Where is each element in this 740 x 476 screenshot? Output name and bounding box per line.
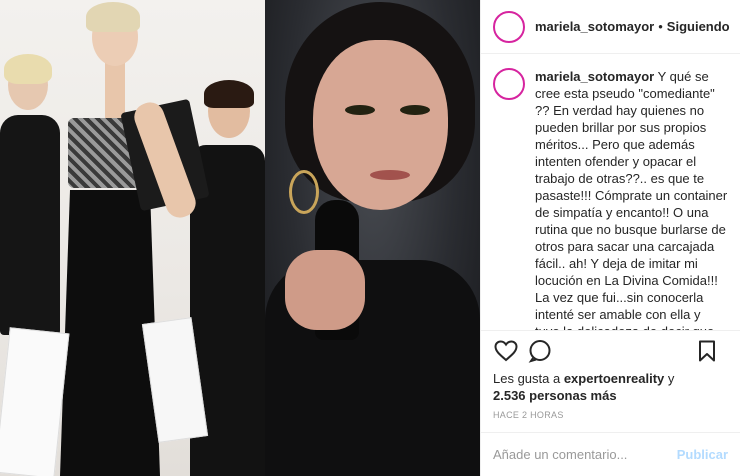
post-date[interactable]: HACE 2 HORAS bbox=[481, 404, 740, 420]
post-header: mariela_sotomayor • Siguiendo bbox=[481, 0, 740, 54]
caption-body: Y qué se cree esta pseudo "comediante" ?… bbox=[535, 69, 728, 330]
caption-text: mariela_sotomayor Y qué se cree esta pse… bbox=[535, 68, 728, 330]
figure-right-hair bbox=[204, 80, 254, 108]
likes-suffix: y bbox=[664, 371, 675, 386]
photo-left-group bbox=[0, 0, 265, 476]
comment-input[interactable] bbox=[493, 447, 677, 462]
author-avatar[interactable] bbox=[493, 10, 525, 43]
caption-username[interactable]: mariela_sotomayor bbox=[535, 69, 654, 84]
likes-summary: Les gusta a expertoenreality y 2.536 per… bbox=[481, 370, 740, 404]
following-button[interactable]: Siguiendo bbox=[667, 19, 730, 34]
portrait-hand bbox=[285, 250, 365, 330]
figure-left-hair bbox=[4, 54, 52, 84]
instagram-post: mariela_sotomayor • Siguiendo mariela_so… bbox=[0, 0, 740, 476]
likes-prefix: Les gusta a bbox=[493, 371, 564, 386]
bookmark-icon[interactable] bbox=[694, 338, 720, 364]
likes-count[interactable]: 2.536 personas más bbox=[493, 388, 617, 403]
shopping-bag-white bbox=[0, 327, 70, 476]
portrait-mouth bbox=[370, 170, 410, 180]
publish-button[interactable]: Publicar bbox=[677, 447, 728, 462]
post-image[interactable] bbox=[0, 0, 480, 476]
figure-center-hair bbox=[86, 2, 140, 32]
portrait-eye bbox=[400, 105, 430, 115]
add-comment-bar: Publicar bbox=[481, 432, 740, 476]
action-bar bbox=[481, 330, 740, 370]
caption-avatar[interactable] bbox=[493, 68, 525, 100]
comments-section: mariela_sotomayor Y qué se cree esta pse… bbox=[481, 54, 740, 330]
separator-dot: • bbox=[658, 19, 663, 34]
comment-icon[interactable] bbox=[527, 338, 553, 364]
post-side-panel: mariela_sotomayor • Siguiendo mariela_so… bbox=[480, 0, 740, 476]
photo-right-portrait bbox=[265, 0, 480, 476]
heart-icon[interactable] bbox=[493, 338, 519, 364]
portrait-eye bbox=[345, 105, 375, 115]
author-username[interactable]: mariela_sotomayor bbox=[535, 19, 654, 34]
figure-left-body bbox=[0, 115, 60, 335]
liker-username[interactable]: expertoenreality bbox=[564, 371, 664, 386]
portrait-earring bbox=[289, 170, 319, 214]
caption-row: mariela_sotomayor Y qué se cree esta pse… bbox=[493, 68, 728, 330]
portrait-face bbox=[313, 40, 448, 210]
